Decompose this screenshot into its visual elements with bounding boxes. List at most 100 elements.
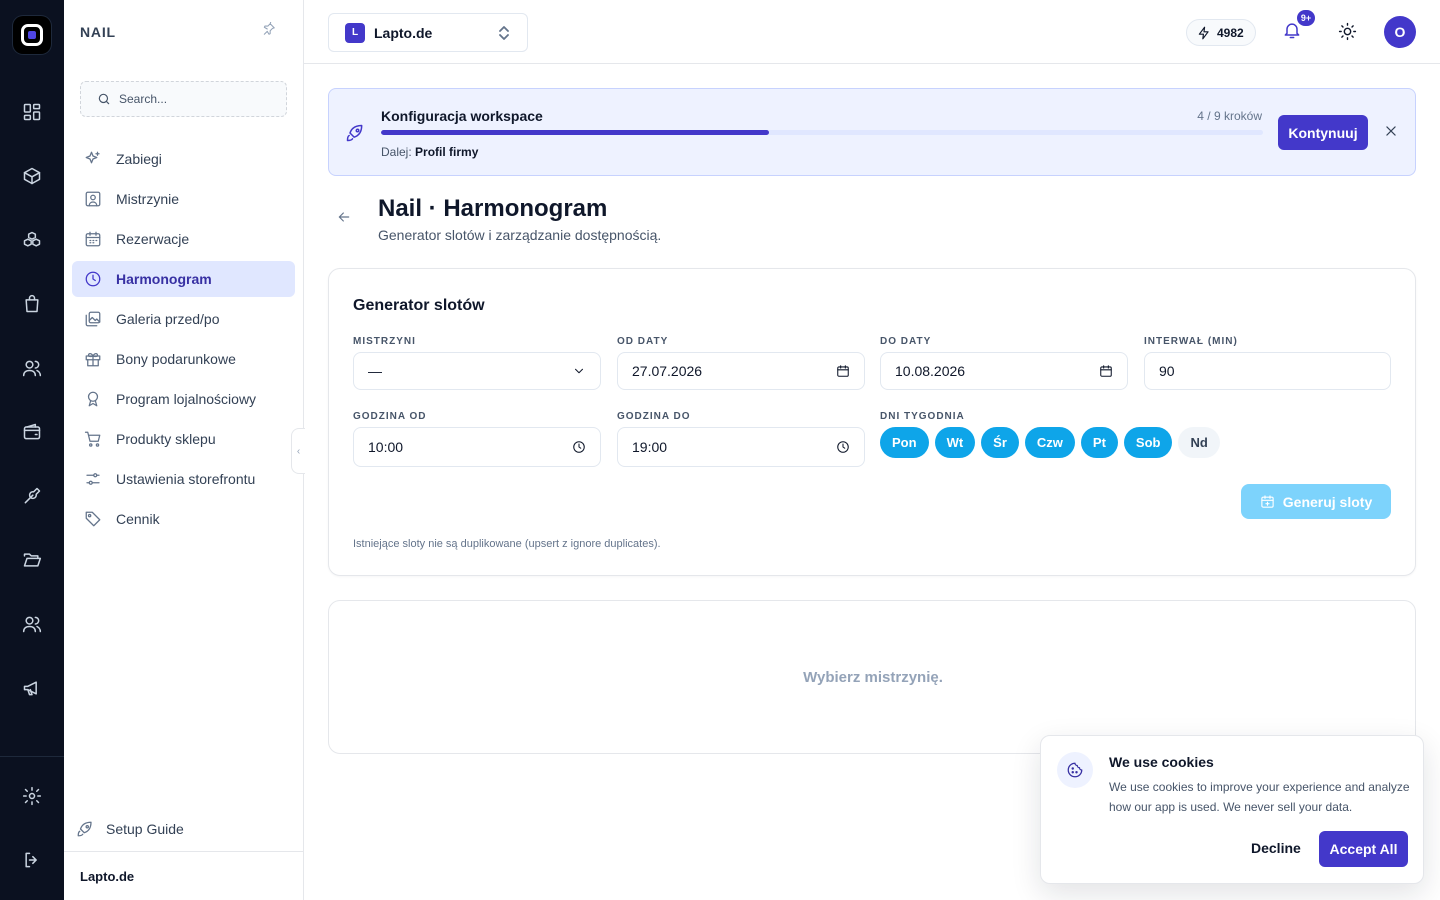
from-date-label: OD DATY — [617, 336, 669, 347]
to-date-value: 10.08.2026 — [895, 363, 966, 379]
settings-icon[interactable] — [20, 784, 44, 808]
sidebar-item-produkty[interactable]: Produkty sklepu — [72, 421, 295, 457]
setup-guide-label: Setup Guide — [106, 821, 184, 837]
day-toggle-czw[interactable]: Czw — [1024, 427, 1075, 458]
time-from-value: 10:00 — [368, 439, 404, 455]
sidebar: NAIL Search... Zabiegi Mistrzynie Rezerw… — [64, 0, 305, 900]
page-title: Nail · Harmonogram — [378, 195, 608, 222]
sidebar-item-label: Galeria przed/po — [116, 311, 220, 327]
logout-icon[interactable] — [20, 848, 44, 872]
sidebar-item-label: Rezerwacje — [116, 231, 190, 247]
icon-rail — [0, 0, 64, 900]
team-icon[interactable] — [20, 612, 44, 636]
top-header: L Lapto.de 4982 9+ O — [304, 0, 1440, 64]
sidebar-item-rezerwacje[interactable]: Rezerwacje — [72, 221, 295, 257]
folder-open-icon[interactable] — [20, 548, 44, 572]
setup-guide-link[interactable]: Setup Guide — [76, 820, 184, 838]
calendar-icon[interactable] — [1099, 364, 1113, 378]
decline-button[interactable]: Decline — [1251, 840, 1301, 856]
wallet-icon[interactable] — [20, 420, 44, 444]
to-date-input[interactable]: 10.08.2026 — [880, 352, 1128, 390]
workspace-badge: L — [345, 22, 365, 43]
app-logo[interactable] — [13, 16, 51, 54]
time-from-label: GODZINA OD — [353, 411, 427, 422]
sidebar-item-lojalnosc[interactable]: Program lojalnościowy — [72, 381, 295, 417]
slot-generator-card: Generator slotów MISTRZYNI — OD DATY 27.… — [328, 268, 1416, 576]
sidebar-footer-workspace: Lapto.de — [80, 869, 135, 884]
from-date-value: 27.07.2026 — [632, 363, 703, 379]
time-to-input[interactable]: 19:00 — [617, 427, 865, 467]
sidebar-title: NAIL — [80, 24, 116, 40]
generate-slots-button[interactable]: Generuj sloty — [1241, 484, 1391, 519]
sidebar-item-bony[interactable]: Bony podarunkowe — [72, 341, 295, 377]
page-subtitle: Generator slotów i zarządzanie dostępnoś… — [378, 227, 662, 243]
avatar[interactable]: O — [1384, 16, 1416, 48]
card-title: Generator slotów — [353, 297, 485, 314]
accept-all-button[interactable]: Accept All — [1319, 831, 1408, 867]
wrench-icon[interactable] — [20, 484, 44, 508]
close-icon[interactable] — [1384, 124, 1400, 140]
day-toggle-sr[interactable]: Śr — [981, 427, 1019, 458]
bolt-icon — [1198, 26, 1209, 39]
generator-note: Istniejące sloty nie są duplikowane (ups… — [353, 538, 661, 550]
calendar-icon — [85, 231, 101, 247]
day-toggle-sob[interactable]: Sob — [1123, 427, 1173, 458]
cookie-icon — [1057, 752, 1093, 788]
banner-step-count: 4 / 9 kroków — [1197, 109, 1262, 123]
sidebar-item-harmonogram[interactable]: Harmonogram — [72, 261, 295, 297]
calendar-icon[interactable] — [836, 364, 850, 378]
calendar-plus-icon — [1261, 495, 1274, 508]
cookie-title: We use cookies — [1109, 754, 1214, 770]
chevron-up-down-icon — [497, 25, 511, 41]
interval-input[interactable]: 90 — [1144, 352, 1391, 390]
search-input[interactable]: Search... — [80, 81, 287, 117]
master-label: MISTRZYNI — [353, 336, 416, 347]
from-date-input[interactable]: 27.07.2026 — [617, 352, 865, 390]
generate-slots-label: Generuj sloty — [1282, 493, 1373, 510]
users-icon[interactable] — [20, 356, 44, 380]
chevron-down-icon — [572, 364, 586, 378]
credits-badge[interactable]: 4982 — [1186, 19, 1256, 46]
clock-icon[interactable] — [572, 440, 586, 454]
to-date-label: DO DATY — [880, 336, 932, 347]
continue-button[interactable]: Kontynuuj — [1278, 115, 1368, 150]
sidebar-item-label: Ustawienia storefrontu — [116, 471, 256, 487]
sidebar-item-galeria[interactable]: Galeria przed/po — [72, 301, 295, 337]
sidebar-item-label: Mistrzynie — [116, 191, 180, 207]
master-select[interactable]: — — [353, 352, 601, 390]
sidebar-item-label: Bony podarunkowe — [116, 351, 236, 367]
day-toggle-pt[interactable]: Pt — [1080, 427, 1118, 458]
sidebar-item-label: Produkty sklepu — [116, 431, 216, 447]
megaphone-icon[interactable] — [20, 676, 44, 700]
day-toggle-nd[interactable]: Nd — [1178, 427, 1220, 458]
arrow-left-icon[interactable] — [336, 209, 354, 227]
workspace-selector[interactable]: L Lapto.de — [328, 13, 528, 52]
weekday-toggle-group: Pon Wt Śr Czw Pt Sob Nd — [880, 427, 1220, 458]
images-icon — [85, 311, 101, 327]
clock-icon[interactable] — [836, 440, 850, 454]
pin-icon[interactable] — [262, 21, 280, 40]
sidebar-item-storefront[interactable]: Ustawienia storefrontu — [72, 461, 295, 497]
dashboard-icon[interactable] — [20, 100, 44, 124]
banner-next-step: Dalej: Profil firmy — [381, 145, 478, 159]
day-toggle-wt[interactable]: Wt — [934, 427, 976, 458]
sidebar-item-zabiegi[interactable]: Zabiegi — [72, 141, 295, 177]
box-icon[interactable] — [20, 164, 44, 188]
shopping-bag-icon[interactable] — [20, 292, 44, 316]
boxes-icon[interactable] — [20, 228, 44, 252]
master-value: — — [368, 363, 382, 379]
day-toggle-pon[interactable]: Pon — [880, 427, 929, 458]
sidebar-item-mistrzynie[interactable]: Mistrzynie — [72, 181, 295, 217]
sun-icon[interactable] — [1338, 22, 1358, 42]
search-icon — [98, 93, 110, 105]
cookie-text: We use cookies to improve your experienc… — [1109, 780, 1410, 814]
sidebar-item-cennik[interactable]: Cennik — [72, 501, 295, 537]
next-step-name: Profil firmy — [415, 145, 479, 159]
onboarding-banner: Konfiguracja workspace 4 / 9 kroków Dale… — [328, 88, 1416, 176]
time-from-input[interactable]: 10:00 — [353, 427, 601, 467]
gift-icon — [85, 353, 101, 367]
days-label: DNI TYGODNIA — [880, 411, 965, 422]
sidebar-item-label: Program lojalnościowy — [116, 391, 257, 407]
sidebar-collapse-handle[interactable]: ‹ — [291, 428, 305, 474]
sliders-icon — [86, 473, 100, 485]
